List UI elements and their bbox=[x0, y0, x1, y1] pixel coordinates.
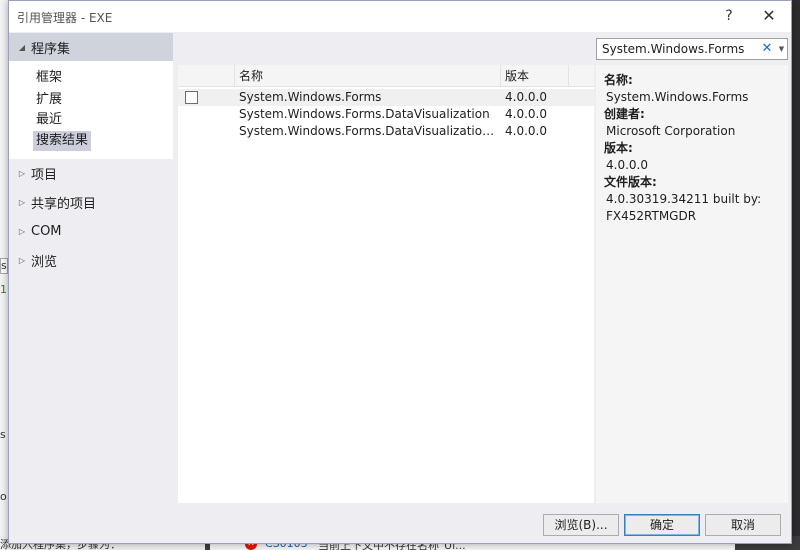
nav-group-label: 共享的项目 bbox=[31, 196, 97, 212]
nav-item-search-results[interactable]: 搜索结果 bbox=[33, 131, 92, 151]
include-checkbox[interactable] bbox=[185, 91, 198, 104]
checkbox-column-header[interactable] bbox=[178, 65, 235, 87]
version-column-header[interactable]: 版本 bbox=[501, 65, 569, 87]
creator-value: Microsoft Corporation bbox=[606, 124, 736, 138]
assembly-version: 4.0.0.0 bbox=[505, 107, 547, 121]
clear-search-icon[interactable]: ✕ bbox=[761, 39, 773, 59]
file-version-value-cont: FX452RTMGDR bbox=[606, 209, 697, 223]
name-value: System.Windows.Forms bbox=[606, 90, 749, 104]
search-box: ✕ ▼ bbox=[596, 38, 788, 60]
reference-manager-dialog: 引用管理器 - EXE ? ✕ ◢ 程序集 框架 扩展 最近 搜索结果 ▷ 项目… bbox=[8, 0, 792, 544]
nav-group-shared-projects[interactable]: ▷ 共享的项目 bbox=[9, 188, 173, 216]
expanded-arrow-icon: ◢ bbox=[18, 42, 26, 52]
file-version-label: 文件版本: bbox=[604, 175, 657, 189]
assembly-name: System.Windows.Forms.DataVisualization.… bbox=[239, 124, 495, 138]
table-row[interactable]: System.Windows.Forms 4.0.0.0 bbox=[178, 89, 594, 106]
background-ide-left: s 1 s o bbox=[0, 0, 8, 550]
version-label: 版本: bbox=[604, 141, 633, 155]
ok-button[interactable]: 确定 bbox=[624, 514, 700, 536]
nav-item-extensions[interactable]: 扩展 bbox=[33, 90, 65, 110]
bg-fragment: o bbox=[0, 490, 7, 503]
bg-fragment: s bbox=[0, 258, 8, 274]
nav-item-recent[interactable]: 最近 bbox=[33, 110, 65, 130]
name-label: 名称: bbox=[604, 73, 633, 87]
background-ide-right bbox=[792, 0, 800, 536]
assemblies-subitems: 框架 扩展 最近 搜索结果 bbox=[9, 61, 173, 159]
nav-item-framework[interactable]: 框架 bbox=[33, 68, 65, 88]
file-version-value: 4.0.30319.34211 built by: bbox=[606, 192, 762, 206]
name-column-header[interactable]: 名称 bbox=[235, 65, 501, 87]
nav-group-projects[interactable]: ▷ 项目 bbox=[9, 159, 173, 187]
nav-group-assemblies[interactable]: ◢ 程序集 bbox=[9, 33, 173, 61]
table-row[interactable]: System.Windows.Forms.DataVisualization.…… bbox=[178, 123, 594, 140]
cancel-button[interactable]: 取消 bbox=[705, 514, 781, 536]
help-button[interactable]: ? bbox=[717, 5, 741, 27]
collapsed-arrow-icon: ▷ bbox=[18, 255, 26, 265]
assembly-version: 4.0.0.0 bbox=[505, 124, 547, 138]
collapsed-arrow-icon: ▷ bbox=[18, 197, 26, 207]
details-panel: 名称: System.Windows.Forms 创建者: Microsoft … bbox=[596, 65, 788, 503]
bg-fragment: 1 bbox=[0, 283, 7, 296]
version-value: 4.0.0.0 bbox=[606, 158, 648, 172]
nav-group-browse[interactable]: ▷ 浏览 bbox=[9, 246, 173, 274]
assembly-name: System.Windows.Forms bbox=[239, 90, 382, 104]
list-header: 名称 版本 bbox=[178, 65, 594, 87]
creator-label: 创建者: bbox=[604, 107, 645, 121]
table-row[interactable]: System.Windows.Forms.DataVisualization 4… bbox=[178, 106, 594, 123]
nav-group-label: COM bbox=[31, 223, 62, 239]
assembly-version: 4.0.0.0 bbox=[505, 90, 547, 104]
nav-group-label: 浏览 bbox=[31, 254, 58, 270]
nav-group-label: 程序集 bbox=[31, 41, 71, 57]
browse-button[interactable]: 浏览(B)... bbox=[543, 514, 619, 536]
dialog-title: 引用管理器 - EXE bbox=[17, 11, 113, 25]
bg-fragment: s bbox=[0, 428, 6, 441]
close-button[interactable]: ✕ bbox=[757, 5, 781, 27]
assembly-list: 名称 版本 System.Windows.Forms 4.0.0.0 Syste… bbox=[178, 65, 594, 503]
chevron-down-icon[interactable]: ▼ bbox=[776, 39, 787, 59]
collapsed-arrow-icon: ▷ bbox=[18, 168, 26, 178]
category-nav: ◢ 程序集 框架 扩展 最近 搜索结果 ▷ 项目 ▷ 共享的项目 ▷ COM ▷… bbox=[9, 33, 173, 507]
nav-group-label: 项目 bbox=[31, 167, 58, 183]
assembly-name: System.Windows.Forms.DataVisualization bbox=[239, 107, 490, 121]
collapsed-arrow-icon: ▷ bbox=[18, 226, 26, 236]
nav-group-com[interactable]: ▷ COM bbox=[9, 217, 173, 245]
search-input[interactable] bbox=[597, 39, 757, 59]
title-bar: 引用管理器 - EXE ? ✕ bbox=[9, 1, 791, 32]
